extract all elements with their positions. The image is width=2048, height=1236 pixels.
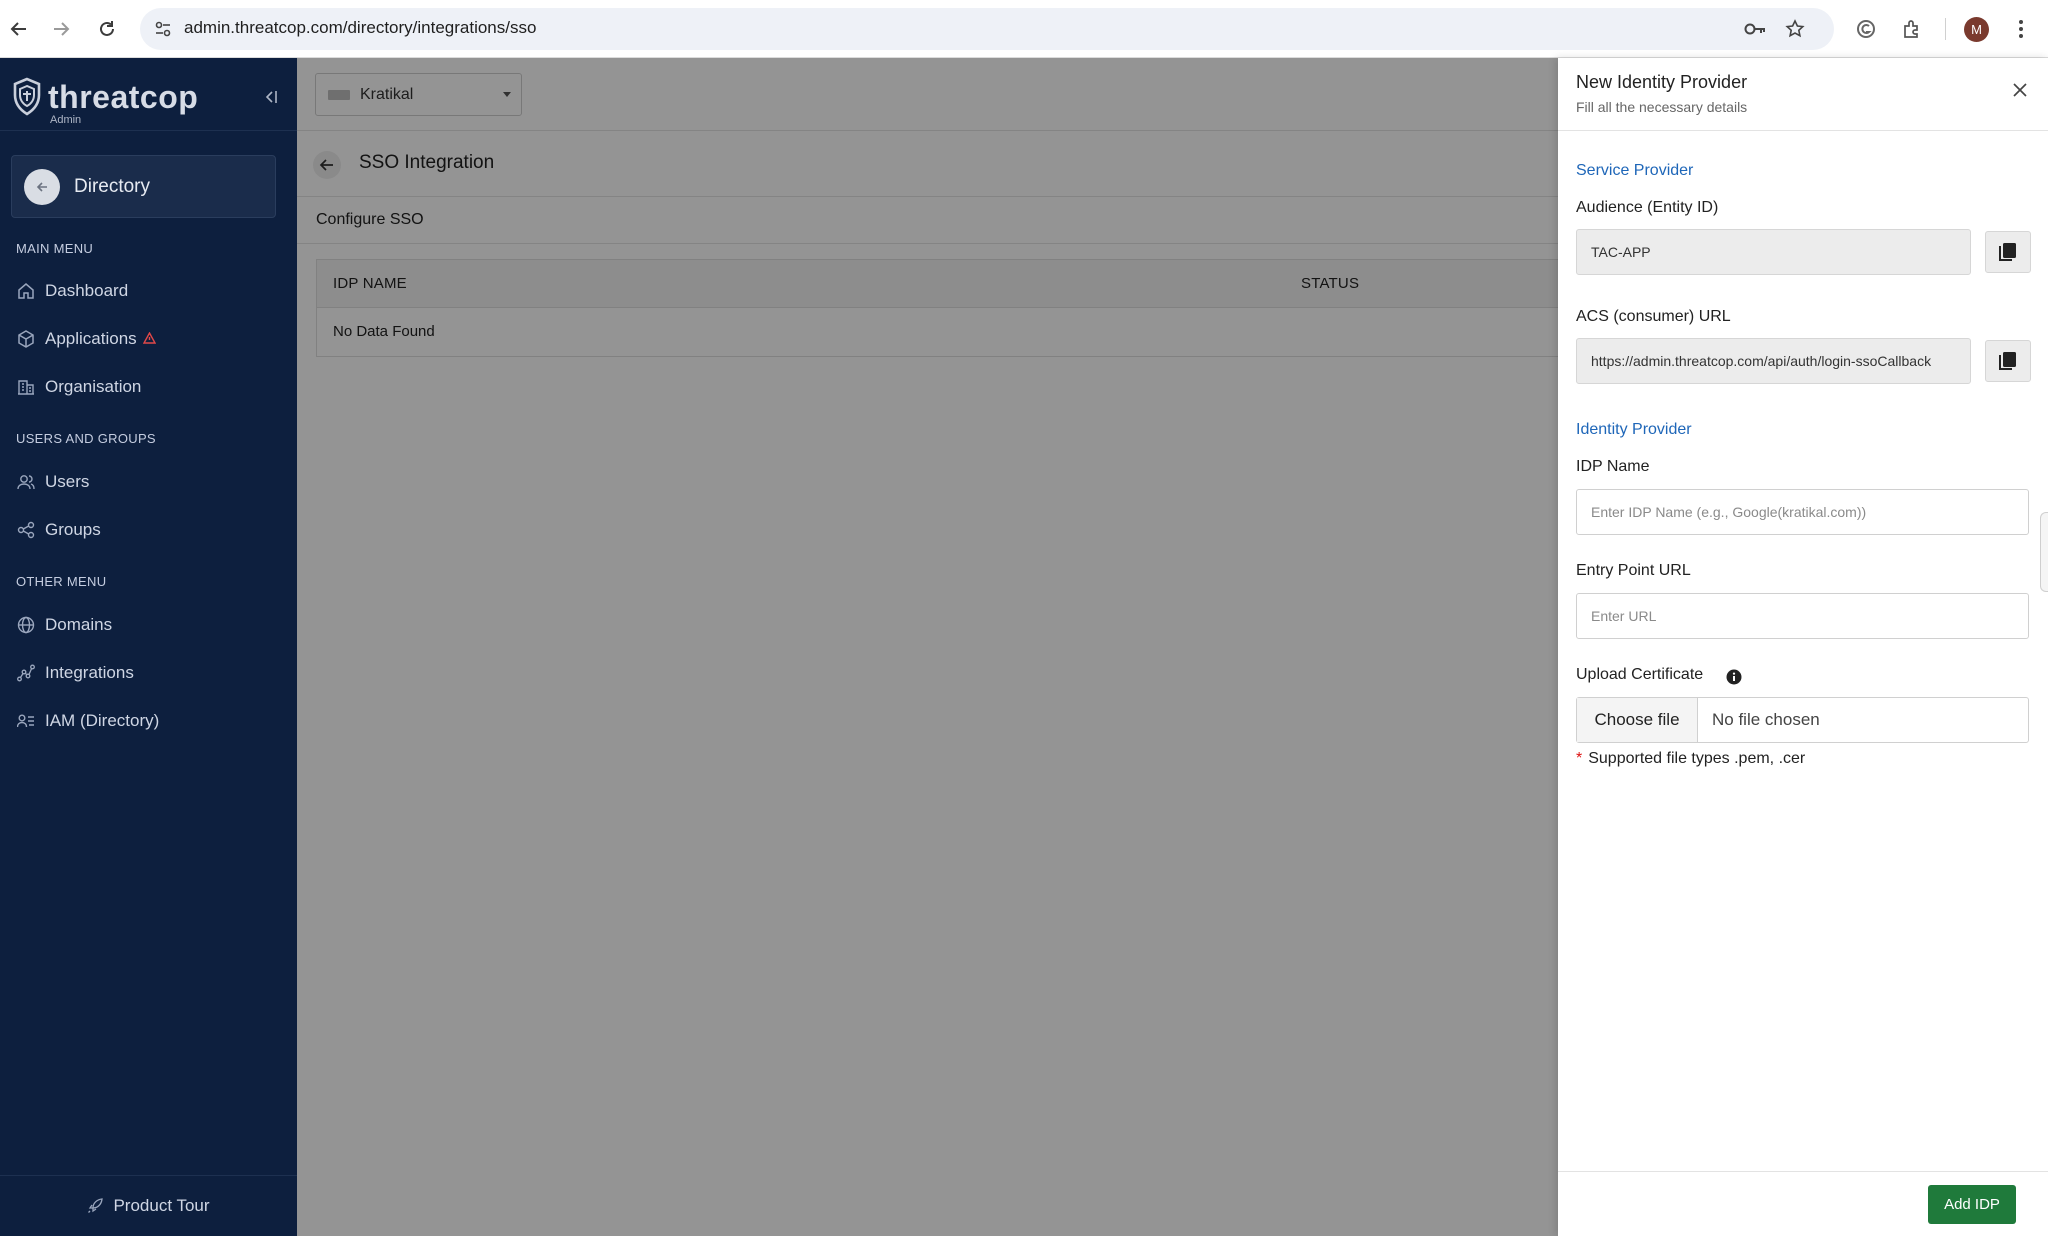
choose-file-button[interactable]: Choose file: [1577, 698, 1698, 742]
toolbar-separator: [1945, 18, 1946, 40]
file-types-hint: * Supported file types .pem, .cer: [1576, 750, 1805, 768]
forward-arrow-icon[interactable]: [46, 14, 76, 44]
modal-backdrop[interactable]: [297, 58, 1558, 1236]
sidebar-item-label: Groups: [45, 520, 101, 539]
identity-provider-heading: Identity Provider: [1576, 421, 1692, 438]
url-text: admin.threatcop.com/directory/integratio…: [184, 18, 537, 37]
address-bar[interactable]: admin.threatcop.com/directory/integratio…: [140, 8, 1834, 50]
directory-label: Directory: [74, 175, 151, 197]
file-status-text: No file chosen: [1712, 710, 1820, 729]
brand-subtitle: Admin: [50, 114, 82, 126]
browser-toolbar: admin.threatcop.com/directory/integratio…: [0, 0, 2048, 58]
sidebar-item-domains[interactable]: Domains: [16, 611, 112, 639]
sidebar-item-dashboard[interactable]: Dashboard: [16, 277, 128, 305]
audience-field[interactable]: TAC-APP: [1576, 229, 1971, 275]
profile-avatar[interactable]: M: [1964, 17, 1989, 42]
new-identity-provider-drawer: New Identity Provider Fill all the neces…: [1558, 58, 2048, 1236]
sidebar-item-users[interactable]: Users: [16, 468, 89, 496]
drawer-footer: Add IDP: [1558, 1171, 2048, 1236]
section-users-groups: USERS AND GROUPS: [16, 431, 156, 446]
copy-acs-url-button[interactable]: [1985, 340, 2031, 382]
sidebar-item-groups[interactable]: Groups: [16, 516, 101, 544]
password-key-icon[interactable]: [1740, 14, 1770, 44]
brand-logo[interactable]: threatcop Admin: [12, 74, 199, 126]
copy-audience-button[interactable]: [1985, 231, 2031, 273]
sidebar-item-label: Applications: [45, 329, 137, 348]
sidebar-item-label: Integrations: [45, 663, 134, 682]
sidebar-item-label: Dashboard: [45, 281, 129, 300]
building-icon: [16, 377, 36, 397]
home-icon: [16, 281, 36, 301]
copy-icon: [1999, 352, 2016, 370]
collapse-sidebar-icon[interactable]: [260, 86, 282, 108]
site-settings-icon[interactable]: [148, 14, 178, 44]
extensions-puzzle-icon[interactable]: [1897, 14, 1927, 44]
audience-label: Audience (Entity ID): [1576, 199, 1719, 216]
user-list-icon: [16, 711, 36, 731]
service-provider-heading: Service Provider: [1576, 162, 1694, 179]
product-tour-label: Product Tour: [113, 1196, 210, 1215]
sidebar-item-label: Organisation: [45, 377, 142, 396]
groups-icon: [16, 520, 36, 540]
entry-point-url-label: Entry Point URL: [1576, 562, 1691, 579]
back-arrow-icon[interactable]: [4, 14, 34, 44]
section-main-menu: MAIN MENU: [16, 241, 94, 256]
acs-url-field[interactable]: https://admin.threatcop.com/api/auth/log…: [1576, 338, 1971, 384]
sidebar-item-organisation[interactable]: Organisation: [16, 373, 141, 401]
drawer-title: New Identity Provider: [1576, 72, 1748, 92]
sidebar-item-integrations[interactable]: Integrations: [16, 659, 134, 687]
idp-name-input[interactable]: [1576, 489, 2029, 535]
section-other-menu: OTHER MENU: [16, 574, 107, 589]
sidebar-item-label: Domains: [45, 615, 113, 634]
idp-name-label: IDP Name: [1576, 458, 1650, 475]
required-asterisk: *: [1576, 750, 1583, 767]
entry-point-url-input[interactable]: [1576, 593, 2029, 639]
sidebar: threatcop Admin Directory MAIN MENU Dash…: [0, 58, 297, 1236]
add-idp-button[interactable]: Add IDP: [1928, 1185, 2016, 1224]
certificate-file-input[interactable]: Choose file No file chosen: [1576, 697, 2029, 743]
rocket-icon: [87, 1198, 104, 1214]
acs-url-label: ACS (consumer) URL: [1576, 308, 1731, 325]
shield-logo-icon: [13, 77, 41, 116]
sidebar-divider: [0, 130, 297, 131]
cube-icon: [16, 329, 36, 349]
users-icon: [16, 472, 36, 492]
drawer-scroll-handle[interactable]: [2040, 512, 2048, 592]
sidebar-item-iam-directory[interactable]: IAM (Directory): [16, 707, 159, 735]
grammarly-extension-icon[interactable]: [1851, 14, 1881, 44]
directory-back-card[interactable]: Directory: [11, 155, 276, 218]
upload-certificate-label: Upload Certificate: [1576, 666, 1704, 683]
close-icon[interactable]: [2008, 78, 2032, 102]
file-types-text: Supported file types .pem, .cer: [1588, 750, 1806, 767]
drawer-subtitle: Fill all the necessary details: [1576, 99, 1748, 115]
integrations-icon: [16, 663, 36, 683]
sidebar-item-label: Users: [45, 472, 90, 491]
warning-icon: [142, 331, 156, 347]
bookmark-star-icon[interactable]: [1780, 14, 1810, 44]
globe-icon: [16, 615, 36, 635]
drawer-header: New Identity Provider Fill all the neces…: [1558, 58, 2048, 131]
product-tour-button[interactable]: Product Tour: [0, 1175, 297, 1236]
copy-icon: [1999, 243, 2016, 261]
back-arrow-icon[interactable]: [24, 168, 60, 205]
info-icon[interactable]: [1726, 669, 1742, 685]
brand-name: threatcop: [48, 79, 199, 115]
sidebar-item-applications[interactable]: Applications: [16, 325, 156, 353]
reload-icon[interactable]: [92, 14, 122, 44]
sidebar-item-label: IAM (Directory): [45, 711, 160, 730]
browser-menu-icon[interactable]: [2006, 14, 2036, 44]
